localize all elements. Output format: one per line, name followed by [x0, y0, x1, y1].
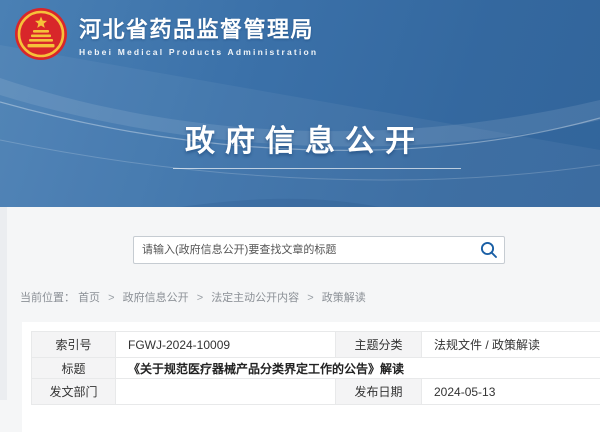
breadcrumb-item-home[interactable]: 首页	[78, 292, 100, 304]
topic-category-value: 法规文件 / 政策解读	[422, 332, 600, 358]
search-button[interactable]	[474, 237, 504, 263]
breadcrumb-item-statutory-disclosure[interactable]: 法定主动公开内容	[211, 292, 299, 304]
index-number-value: FGWJ-2024-10009	[116, 332, 336, 358]
search-input[interactable]	[134, 237, 474, 263]
issuing-department-label: 发文部门	[32, 379, 116, 405]
breadcrumb: 当前位置： 首页 > 政府信息公开 > 法定主动公开内容 > 政策解读	[20, 289, 366, 305]
table-row: 标题 《关于规范医疗器械产品分类界定工作的公告》解读	[32, 358, 600, 379]
publish-date-label: 发布日期	[336, 379, 422, 405]
breadcrumb-separator: >	[108, 292, 114, 304]
search-icon	[480, 241, 498, 259]
document-title-value: 《关于规范医疗器械产品分类界定工作的公告》解读	[116, 358, 600, 379]
banner-underline	[173, 168, 461, 169]
topic-category-label: 主题分类	[336, 332, 422, 358]
breadcrumb-item-policy-interpretation[interactable]: 政策解读	[322, 292, 366, 304]
search-box	[133, 236, 505, 264]
breadcrumb-label: 当前位置：	[20, 292, 75, 304]
hero-banner: 河北省药品监督管理局 Hebei Medical Products Admini…	[0, 0, 600, 207]
breadcrumb-separator: >	[307, 292, 313, 304]
page-title: 政府信息公开	[0, 116, 600, 160]
national-emblem-icon	[14, 7, 68, 61]
breadcrumb-item-gov-info[interactable]: 政府信息公开	[123, 292, 189, 304]
issuing-department-value	[116, 379, 336, 405]
org-name-en: Hebei Medical Products Administration	[79, 47, 318, 57]
org-names: 河北省药品监督管理局 Hebei Medical Products Admini…	[79, 12, 318, 57]
document-meta-table: 索引号 FGWJ-2024-10009 主题分类 法规文件 / 政策解读 标题 …	[31, 331, 600, 405]
title-label: 标题	[32, 358, 116, 379]
header-logo[interactable]: 河北省药品监督管理局 Hebei Medical Products Admini…	[14, 7, 318, 61]
document-detail-card: 索引号 FGWJ-2024-10009 主题分类 法规文件 / 政策解读 标题 …	[22, 322, 600, 432]
table-row: 发文部门 发布日期 2024-05-13	[32, 379, 600, 405]
org-name-cn: 河北省药品监督管理局	[79, 12, 318, 44]
index-number-label: 索引号	[32, 332, 116, 358]
left-gutter	[0, 207, 7, 400]
table-row: 索引号 FGWJ-2024-10009 主题分类 法规文件 / 政策解读	[32, 332, 600, 358]
publish-date-value: 2024-05-13	[422, 379, 600, 405]
breadcrumb-separator: >	[197, 292, 203, 304]
